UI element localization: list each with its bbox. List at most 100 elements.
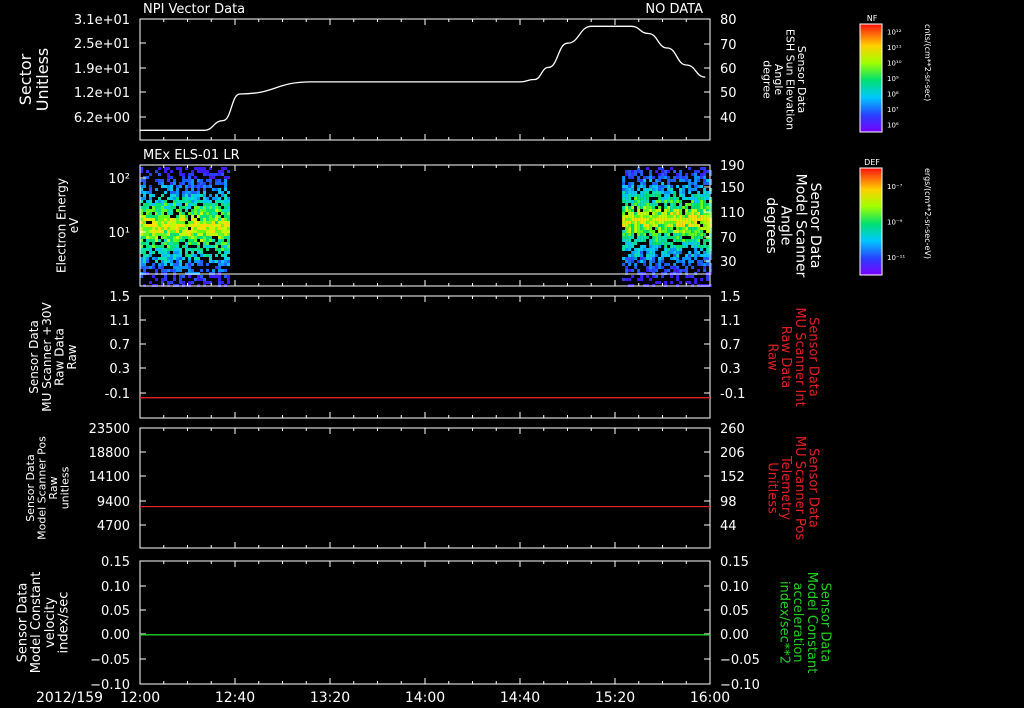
heatmap-cell bbox=[218, 236, 221, 239]
heatmap-cell bbox=[646, 269, 650, 272]
heatmap-cell bbox=[170, 236, 173, 239]
heatmap-cell bbox=[206, 281, 209, 284]
heatmap-cell bbox=[640, 203, 644, 206]
heatmap-cell bbox=[149, 239, 152, 242]
heatmap-cell bbox=[203, 278, 206, 281]
heatmap-cell bbox=[691, 194, 695, 197]
heatmap-cell bbox=[688, 182, 692, 185]
heatmap-cell bbox=[203, 227, 206, 230]
heatmap-cell bbox=[649, 257, 653, 260]
heatmap-cell bbox=[167, 212, 170, 215]
heatmap-cell bbox=[622, 191, 626, 194]
heatmap-cell bbox=[179, 236, 182, 239]
heatmap-cell bbox=[631, 221, 635, 224]
heatmap-cell bbox=[143, 191, 146, 194]
heatmap-cell bbox=[643, 221, 647, 224]
heatmap-cell bbox=[170, 230, 173, 233]
heatmap-cell bbox=[188, 239, 191, 242]
heatmap-cell bbox=[652, 221, 656, 224]
heatmap-cell bbox=[667, 242, 671, 245]
heatmap-cell bbox=[679, 239, 683, 242]
heatmap-cell bbox=[649, 170, 653, 173]
heatmap-cell bbox=[197, 251, 200, 254]
heatmap-cell bbox=[622, 236, 626, 239]
heatmap-cell bbox=[637, 248, 641, 251]
heatmap-cell bbox=[652, 242, 656, 245]
heatmap-cell bbox=[197, 233, 200, 236]
heatmap-cell bbox=[176, 245, 179, 248]
heatmap-cell bbox=[167, 179, 170, 182]
heatmap-cell bbox=[191, 254, 194, 257]
heatmap-cell bbox=[167, 203, 170, 206]
heatmap-cell bbox=[661, 275, 665, 278]
heatmap-cell bbox=[622, 182, 626, 185]
heatmap-cell bbox=[188, 269, 191, 272]
heatmap-cell bbox=[634, 218, 638, 221]
heatmap-cell bbox=[643, 191, 647, 194]
heatmap-cell bbox=[667, 182, 671, 185]
heatmap-cell bbox=[146, 260, 149, 263]
panels: 3.1e+012.5e+011.9e+011.2e+016.2e+0080706… bbox=[16, 13, 833, 693]
heatmap-cell bbox=[155, 212, 158, 215]
heatmap-cell bbox=[628, 173, 632, 176]
heatmap-cell bbox=[658, 221, 662, 224]
heatmap-cell bbox=[221, 191, 224, 194]
heatmap-cell bbox=[167, 197, 170, 200]
heatmap-cell bbox=[221, 245, 224, 248]
heatmap-cell bbox=[221, 236, 224, 239]
heatmap-cell bbox=[643, 212, 647, 215]
heatmap-cell bbox=[185, 236, 188, 239]
heatmap-cell bbox=[224, 269, 227, 272]
heatmap-cell bbox=[628, 182, 632, 185]
heatmap-cell bbox=[694, 278, 698, 281]
heatmap-cell bbox=[655, 218, 659, 221]
heatmap-cell bbox=[688, 197, 692, 200]
heatmap-cell bbox=[155, 188, 158, 191]
heatmap-cell bbox=[173, 224, 176, 227]
heatmap-cell bbox=[658, 191, 662, 194]
heatmap-cell bbox=[221, 200, 224, 203]
heatmap-cell bbox=[694, 242, 698, 245]
heatmap-cell bbox=[703, 254, 707, 257]
heatmap-cell bbox=[185, 263, 188, 266]
heatmap-cell bbox=[170, 197, 173, 200]
heatmap-cell bbox=[700, 185, 704, 188]
heatmap-cell bbox=[221, 182, 224, 185]
heatmap-cell bbox=[227, 215, 230, 218]
heatmap-cell bbox=[643, 227, 647, 230]
heatmap-cell bbox=[206, 230, 209, 233]
heatmap-cell bbox=[628, 185, 632, 188]
heatmap-cell bbox=[149, 227, 152, 230]
heatmap-cell bbox=[227, 221, 230, 224]
heatmap-cell bbox=[185, 200, 188, 203]
heatmap-cell bbox=[221, 212, 224, 215]
heatmap-cell bbox=[703, 215, 707, 218]
heatmap-cell bbox=[209, 209, 212, 212]
heatmap-cell bbox=[697, 236, 701, 239]
heatmap-cell bbox=[673, 176, 677, 179]
heatmap-cell bbox=[185, 191, 188, 194]
heatmap-cell bbox=[158, 173, 161, 176]
heatmap-cell bbox=[179, 266, 182, 269]
heatmap-cell bbox=[646, 257, 650, 260]
heatmap-cell bbox=[637, 179, 641, 182]
heatmap-cell bbox=[158, 167, 161, 170]
heatmap-cell bbox=[197, 227, 200, 230]
heatmap-cell bbox=[224, 206, 227, 209]
heatmap-cell bbox=[176, 248, 179, 251]
heatmap-cell bbox=[649, 239, 653, 242]
heatmap-cell bbox=[158, 200, 161, 203]
colorbar-tick-label: 10⁷ bbox=[887, 106, 899, 114]
heatmap-cell bbox=[622, 221, 626, 224]
heatmap-cell bbox=[703, 203, 707, 206]
heatmap-cell bbox=[218, 248, 221, 251]
heatmap-cell bbox=[637, 236, 641, 239]
heatmap-cell bbox=[697, 212, 701, 215]
heatmap-cell bbox=[224, 182, 227, 185]
heatmap-cell bbox=[685, 215, 689, 218]
heatmap-cell bbox=[661, 218, 665, 221]
heatmap-cell bbox=[182, 281, 185, 284]
heatmap-cell bbox=[700, 194, 704, 197]
heatmap-cell bbox=[149, 224, 152, 227]
heatmap-cell bbox=[691, 200, 695, 203]
